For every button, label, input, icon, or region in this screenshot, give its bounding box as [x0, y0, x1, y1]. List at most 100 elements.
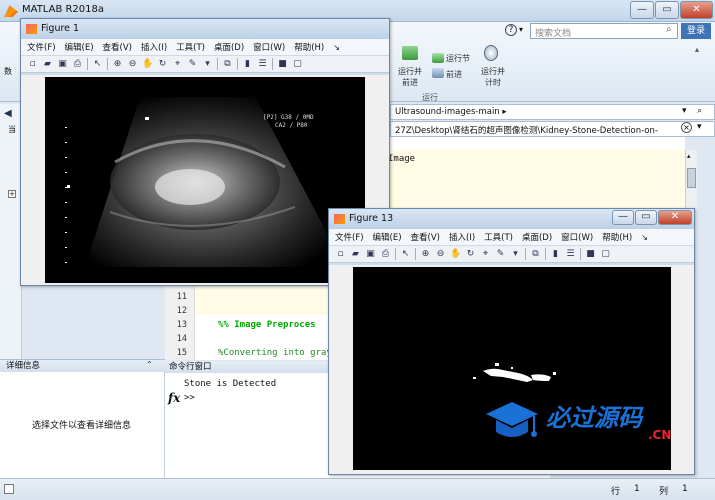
chevron-down-icon[interactable]: ▾ — [519, 25, 523, 34]
scroll-thumb[interactable] — [687, 168, 696, 188]
menu-pin-icon[interactable]: ↘ — [333, 43, 340, 52]
colorbar-icon[interactable]: ▮ — [242, 59, 253, 70]
save-icon[interactable]: ▣ — [365, 249, 376, 260]
main-window-title: MATLAB R2018a — [22, 4, 105, 15]
hide-plot-tools-icon[interactable]: ■ — [277, 59, 288, 70]
new-figure-icon[interactable]: ▫ — [27, 59, 38, 70]
command-prompt[interactable]: >> — [184, 393, 195, 403]
run-advance-button[interactable]: 运行并 前进 — [392, 66, 428, 88]
run-time-button[interactable]: 运行并 计时 — [476, 66, 510, 88]
pan-icon[interactable]: ✋ — [142, 59, 153, 70]
brush-dropdown-icon[interactable]: ▾ — [510, 249, 521, 260]
link-plot-icon[interactable]: ⧉ — [530, 249, 541, 260]
close-button[interactable]: ✕ — [680, 1, 713, 19]
data-cursor-icon[interactable]: ⌖ — [172, 59, 183, 70]
advance-icon[interactable] — [432, 68, 444, 78]
print-icon[interactable]: ⎙ — [380, 249, 391, 260]
back-arrow-icon[interactable]: ◀ — [4, 108, 12, 119]
zoom-out-icon[interactable]: ⊖ — [435, 249, 446, 260]
zoom-in-icon[interactable]: ⊕ — [112, 59, 123, 70]
run-advance-icon[interactable] — [402, 46, 418, 60]
legend-icon[interactable]: ☰ — [257, 59, 268, 70]
menu-desktop[interactable]: 桌面(D) — [214, 41, 244, 53]
link-plot-icon[interactable]: ⧉ — [222, 59, 233, 70]
maximize-button[interactable]: ▭ — [655, 1, 679, 19]
menu-view[interactable]: 查看(V) — [103, 41, 132, 53]
login-button[interactable]: 登录 — [681, 23, 711, 39]
line-number-12: 12 — [176, 306, 187, 316]
help-icon[interactable]: ? — [505, 24, 517, 36]
menu-view[interactable]: 查看(V) — [411, 231, 440, 243]
advance-button[interactable]: 前进 — [446, 69, 462, 80]
graduation-cap-graphic — [486, 402, 538, 437]
scroll-up-icon[interactable]: ▴ — [687, 152, 691, 160]
details-collapse-icon[interactable]: ⌃ — [146, 360, 153, 369]
zoom-out-icon[interactable]: ⊖ — [127, 59, 138, 70]
menu-insert[interactable]: 插入(I) — [449, 231, 475, 243]
menu-tools[interactable]: 工具(T) — [176, 41, 205, 53]
figure-icon — [334, 214, 345, 224]
run-section-button[interactable]: 运行节 — [446, 53, 470, 64]
details-placeholder: 选择文件以查看详细信息 — [32, 421, 132, 431]
toolbar-separator — [525, 248, 526, 260]
matlab-logo-icon — [4, 5, 18, 17]
address-dropdown-icon[interactable]: ▾ — [682, 106, 687, 116]
open-file-icon[interactable]: ▰ — [42, 59, 53, 70]
search-input[interactable]: 搜索文档 — [530, 23, 678, 39]
toolbar-separator — [395, 248, 396, 260]
address-search-icon[interactable]: ⌕ — [697, 106, 702, 116]
figure-13-minimize-button[interactable]: — — [612, 210, 634, 225]
code-line-0: Image — [388, 154, 416, 164]
menu-window[interactable]: 窗口(W) — [253, 41, 285, 53]
pointer-icon[interactable]: ↖ — [400, 249, 411, 260]
figure-13-title: Figure 13 — [349, 213, 394, 224]
menu-help[interactable]: 帮助(H) — [602, 231, 632, 243]
menu-insert[interactable]: 插入(I) — [141, 41, 167, 53]
menu-pin-icon[interactable]: ↘ — [641, 233, 648, 242]
toolbar-separator — [415, 248, 416, 260]
show-plot-tools-icon[interactable]: ▢ — [600, 249, 611, 260]
open-file-icon[interactable]: ▰ — [350, 249, 361, 260]
graduation-cap-logo-icon — [484, 398, 540, 444]
close-tab-icon[interactable]: × — [681, 122, 692, 133]
print-icon[interactable]: ⎙ — [72, 59, 83, 70]
editor-actions-icon[interactable]: ▾ — [697, 122, 702, 132]
brush-icon[interactable]: ✎ — [495, 249, 506, 260]
menu-desktop[interactable]: 桌面(D) — [522, 231, 552, 243]
menu-window[interactable]: 窗口(W) — [561, 231, 593, 243]
figure-13-maximize-button[interactable]: ▭ — [635, 210, 657, 225]
pan-icon[interactable]: ✋ — [450, 249, 461, 260]
menu-file[interactable]: 文件(F) — [335, 231, 364, 243]
colorbar-icon[interactable]: ▮ — [550, 249, 561, 260]
menu-edit[interactable]: 编辑(E) — [373, 231, 402, 243]
fx-icon[interactable]: fx — [168, 391, 180, 405]
data-cursor-icon[interactable]: ⌖ — [480, 249, 491, 260]
rotate-icon[interactable]: ↻ — [157, 59, 168, 70]
collapse-toolstrip-icon[interactable]: ▴ — [695, 45, 699, 54]
menu-edit[interactable]: 编辑(E) — [65, 41, 94, 53]
menu-file[interactable]: 文件(F) — [27, 41, 56, 53]
toolbar-separator — [237, 58, 238, 70]
folder-address-bar[interactable]: Ultrasound-images-main ▸ — [390, 104, 715, 120]
menu-tools[interactable]: 工具(T) — [484, 231, 513, 243]
new-figure-icon[interactable]: ▫ — [335, 249, 346, 260]
brush-icon[interactable]: ✎ — [187, 59, 198, 70]
zoom-in-icon[interactable]: ⊕ — [420, 249, 431, 260]
expand-tree-icon[interactable]: + — [8, 190, 16, 198]
save-icon[interactable]: ▣ — [57, 59, 68, 70]
rotate-icon[interactable]: ↻ — [465, 249, 476, 260]
minimize-button[interactable]: — — [630, 1, 654, 19]
hide-plot-tools-icon[interactable]: ■ — [585, 249, 596, 260]
run-section-icon[interactable] — [432, 53, 444, 63]
figure-13-close-button[interactable]: ✕ — [658, 210, 692, 225]
run-section-group-label: 运行 — [422, 93, 438, 102]
show-plot-tools-icon[interactable]: ▢ — [292, 59, 303, 70]
brush-dropdown-icon[interactable]: ▾ — [202, 59, 213, 70]
details-panel: 选择文件以查看详细信息 — [0, 372, 165, 478]
search-icon[interactable]: ⌕ — [666, 24, 672, 35]
pointer-icon[interactable]: ↖ — [92, 59, 103, 70]
left-panel-tab[interactable]: 当 — [8, 124, 16, 135]
legend-icon[interactable]: ☰ — [565, 249, 576, 260]
menu-help[interactable]: 帮助(H) — [294, 41, 324, 53]
stopwatch-icon[interactable] — [484, 45, 498, 61]
